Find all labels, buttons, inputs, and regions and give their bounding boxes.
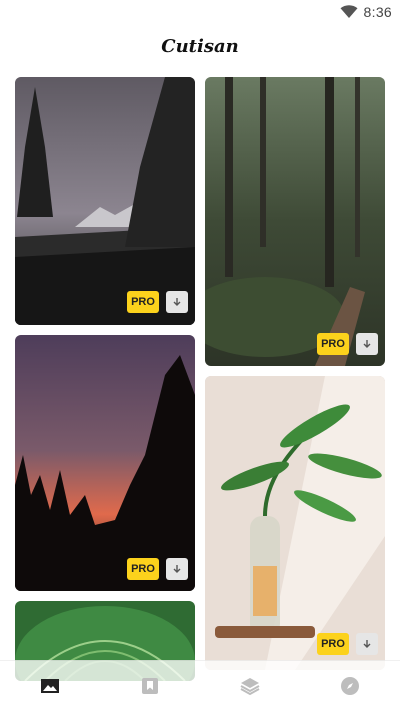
download-button[interactable]	[166, 558, 188, 580]
wallpaper-grid: PRO PRO PRO PRO	[0, 0, 400, 710]
download-button[interactable]	[356, 333, 378, 355]
compass-icon	[341, 677, 359, 695]
pro-badge: PRO	[127, 291, 159, 313]
mountain-forest-image	[15, 77, 195, 325]
nav-wallpapers[interactable]	[0, 661, 100, 711]
layers-icon	[240, 678, 260, 696]
wallpaper-card-sunset-trees[interactable]: PRO	[15, 335, 195, 591]
nav-bookmarks[interactable]	[100, 661, 200, 711]
bottom-navigation	[0, 660, 400, 711]
wallpaper-card-mountain-forest[interactable]: PRO	[15, 77, 195, 325]
forest-trail-image	[205, 77, 385, 366]
nav-collections[interactable]	[200, 661, 300, 711]
sunset-trees-image	[15, 335, 195, 591]
nav-explore[interactable]	[300, 661, 400, 711]
download-button[interactable]	[356, 633, 378, 655]
pro-badge: PRO	[317, 633, 349, 655]
download-icon	[173, 565, 181, 573]
download-icon	[173, 298, 181, 306]
image-icon	[41, 679, 59, 693]
download-icon	[363, 640, 371, 648]
plant-bottle-image	[205, 376, 385, 670]
wallpaper-card-plant-bottle[interactable]: PRO	[205, 376, 385, 670]
wallpaper-card-forest-trail[interactable]: PRO	[205, 77, 385, 366]
download-icon	[363, 340, 371, 348]
pro-badge: PRO	[317, 333, 349, 355]
bookmark-icon	[142, 678, 158, 694]
pro-badge: PRO	[127, 558, 159, 580]
download-button[interactable]	[166, 291, 188, 313]
